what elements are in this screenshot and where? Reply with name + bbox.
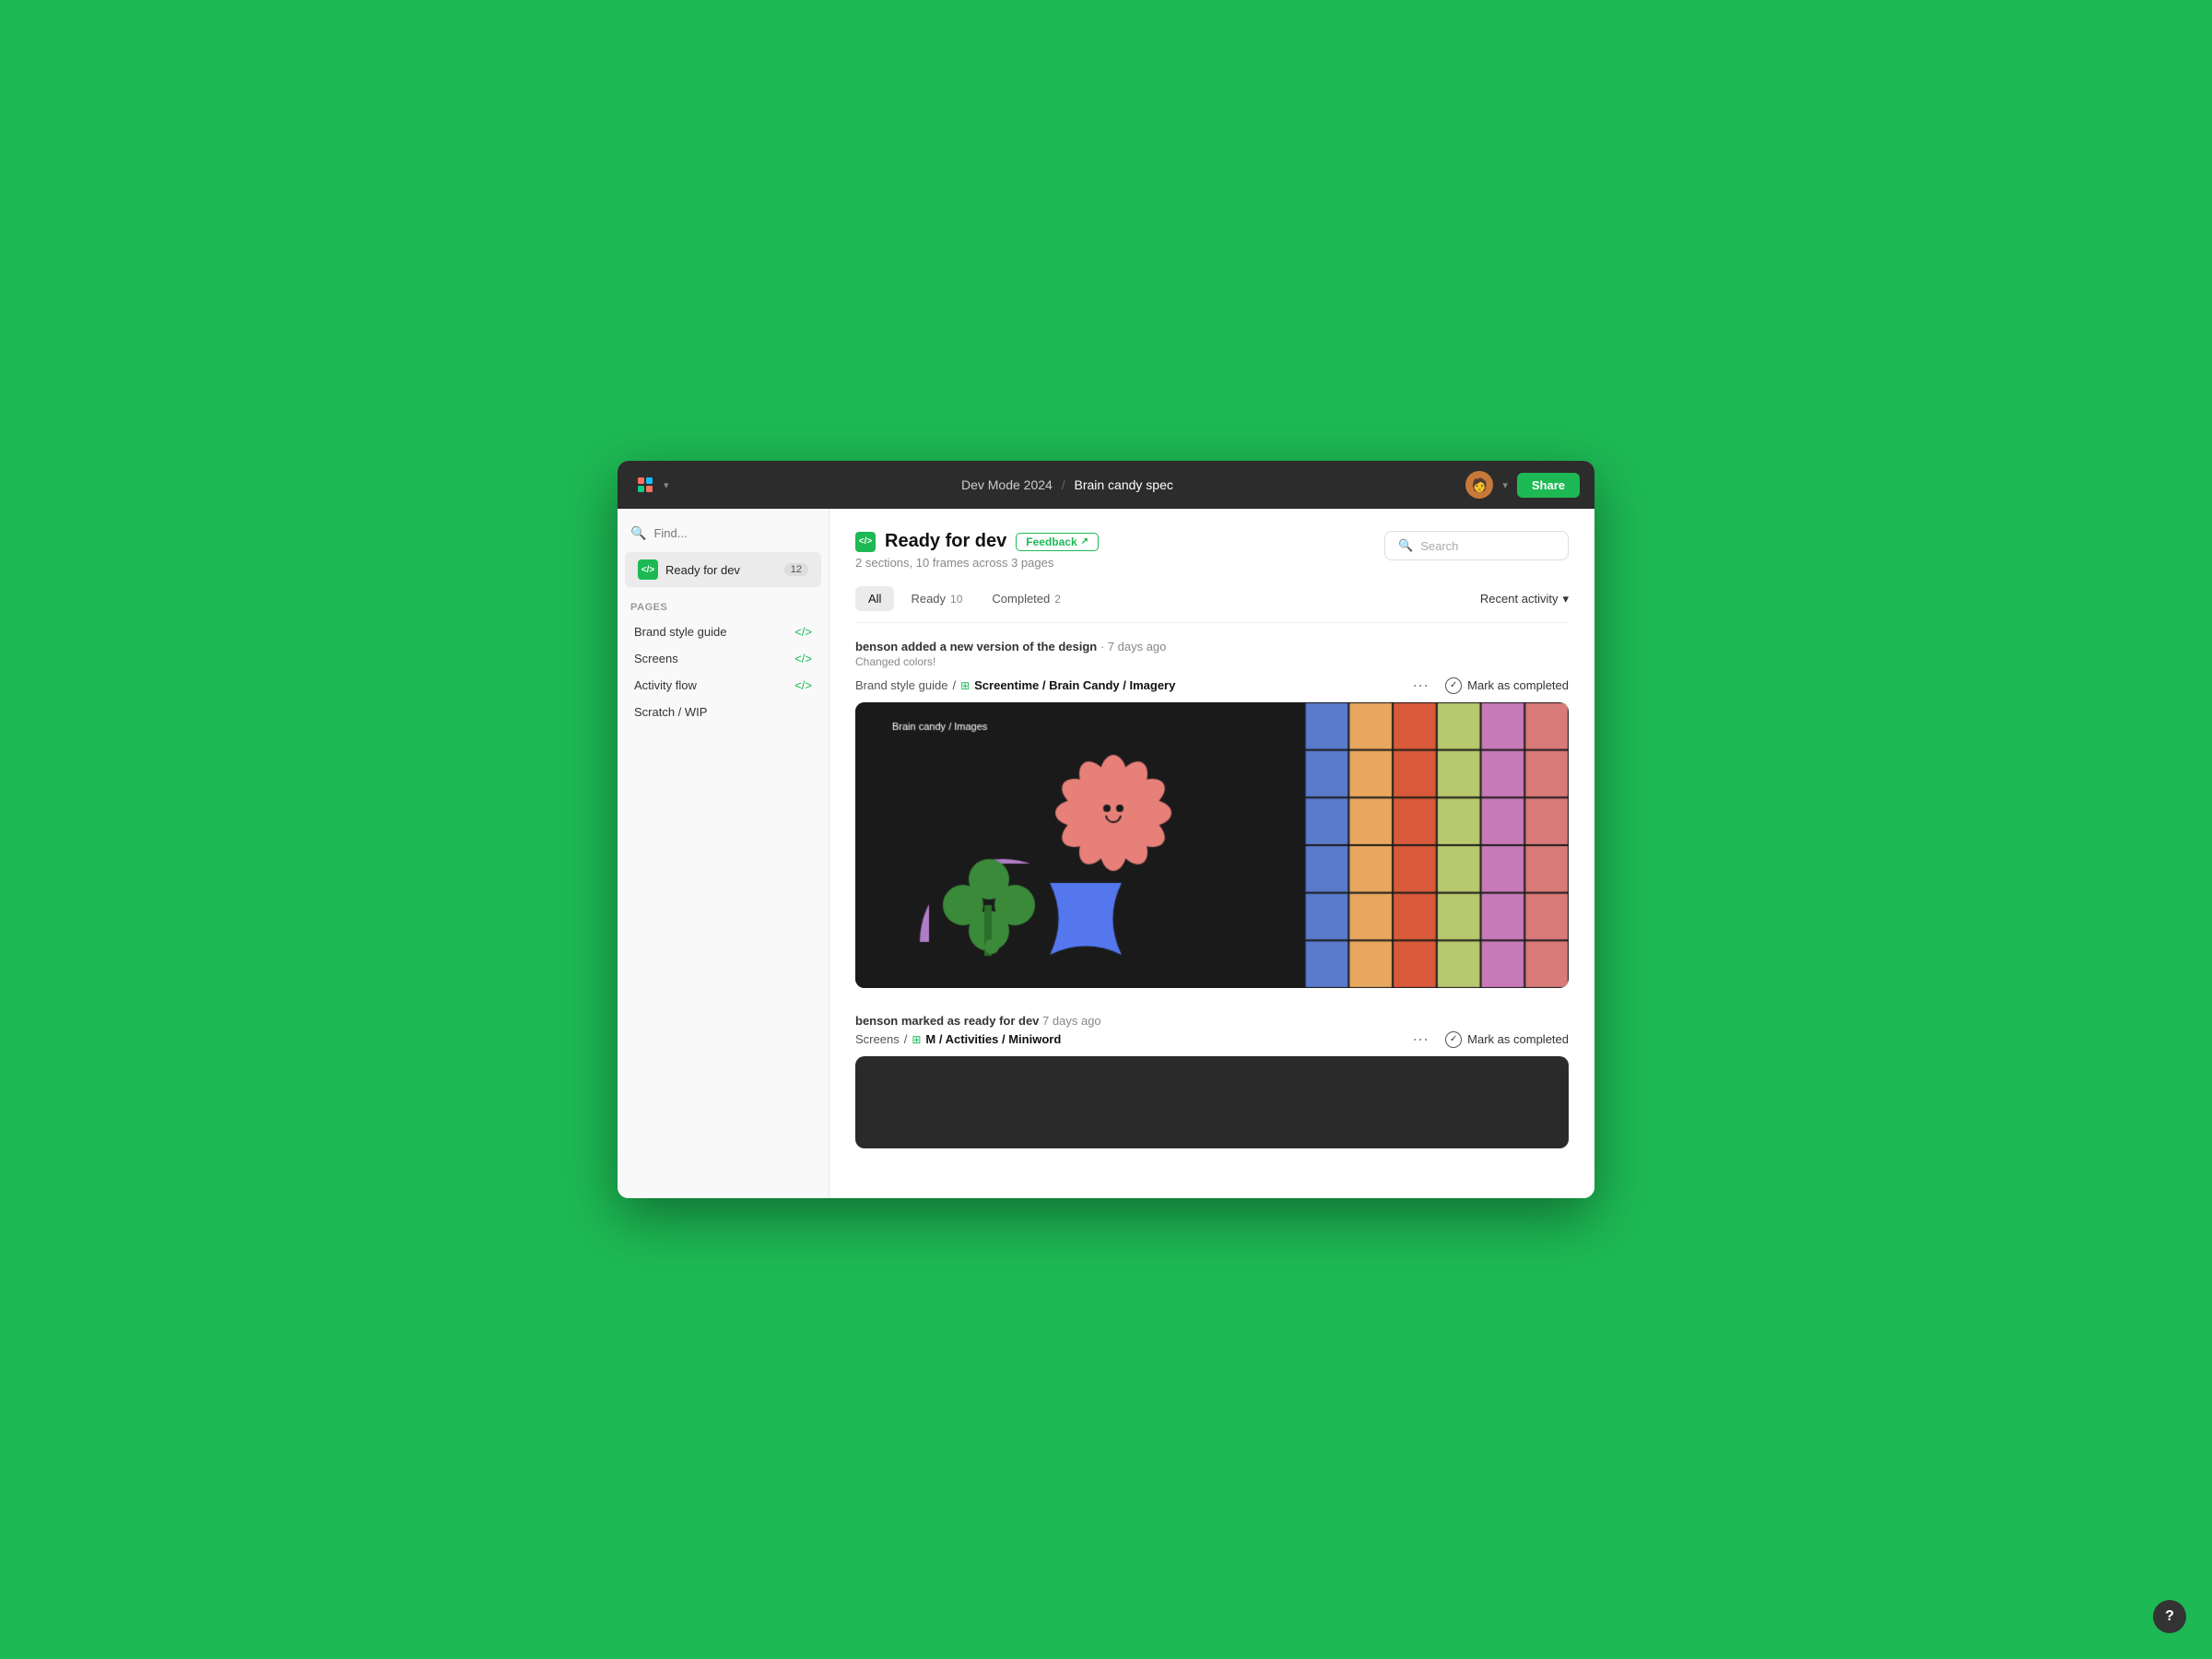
avatar[interactable]: 🧑 <box>1465 471 1493 499</box>
header-title-row: </> Ready for dev Feedback ↗ <box>855 531 1099 552</box>
activity-item-2: benson marked as ready for dev 7 days ag… <box>855 1014 1569 1148</box>
sidebar-search-input[interactable] <box>653 526 816 540</box>
chevron-down-icon: ▾ <box>1562 592 1569 606</box>
share-button[interactable]: Share <box>1517 473 1580 498</box>
page-code-icon-brand: </> <box>794 625 812 639</box>
activity-path-2: Screens / ⊞ M / Activities / Miniword <box>855 1032 1061 1046</box>
tab-completed[interactable]: Completed 2 <box>979 586 1074 611</box>
content-header: </> Ready for dev Feedback ↗ 2 sections,… <box>855 531 1569 570</box>
more-options-button-2[interactable]: ··· <box>1406 1030 1434 1049</box>
header-search-icon: 🔍 <box>1398 538 1413 553</box>
preview-image-2[interactable] <box>855 1056 1569 1148</box>
sidebar-item-scratch-wip[interactable]: Scratch / WIP <box>630 699 816 725</box>
sidebar-item-activity-flow[interactable]: Activity flow </> <box>630 672 816 699</box>
check-circle-icon-1: ✓ <box>1445 677 1462 694</box>
sidebar: 🔍 </> Ready for dev 12 Pages Brand style… <box>618 509 830 1198</box>
tab-all[interactable]: All <box>855 586 894 611</box>
header-search-placeholder: Search <box>1420 539 1458 553</box>
content-area: </> Ready for dev Feedback ↗ 2 sections,… <box>830 509 1594 1198</box>
pages-label: Pages <box>630 602 816 613</box>
header-left: </> Ready for dev Feedback ↗ 2 sections,… <box>855 531 1099 570</box>
sidebar-item-brand-style-guide[interactable]: Brand style guide </> <box>630 618 816 645</box>
title-bar: ▾ Dev Mode 2024 / Brain candy spec 🧑 ▾ S… <box>618 461 1594 509</box>
title-bar-center: Dev Mode 2024 / Brain candy spec <box>669 477 1466 492</box>
sidebar-search-bar[interactable]: 🔍 <box>618 520 829 552</box>
page-title: Ready for dev <box>885 531 1006 552</box>
activity-path-row-1: Brand style guide / ⊞ Screentime / Brain… <box>855 676 1569 695</box>
action-row-1: ··· ✓ Mark as completed <box>1406 676 1569 695</box>
avatar-chevron-icon[interactable]: ▾ <box>1502 479 1508 491</box>
header-subtitle: 2 sections, 10 frames across 3 pages <box>855 556 1099 570</box>
sidebar-item-ready-for-dev[interactable]: </> Ready for dev 12 <box>625 552 821 587</box>
activity-item-1: benson added a new version of the design… <box>855 640 1569 988</box>
frame-icon-2: ⊞ <box>912 1033 921 1046</box>
action-row-2: ··· ✓ Mark as completed <box>1406 1030 1569 1049</box>
preview-canvas-1 <box>855 702 1569 988</box>
header-search-box[interactable]: 🔍 Search <box>1384 531 1569 560</box>
mark-complete-button-2[interactable]: ✓ Mark as completed <box>1445 1031 1569 1048</box>
main-layout: 🔍 </> Ready for dev 12 Pages Brand style… <box>618 509 1594 1198</box>
feedback-badge[interactable]: Feedback ↗ <box>1016 533 1099 551</box>
activity-detail-1: Changed colors! <box>855 655 1569 668</box>
sidebar-item-screens[interactable]: Screens </> <box>630 645 816 672</box>
activity-path-1: Brand style guide / ⊞ Screentime / Brain… <box>855 678 1175 692</box>
tabs-left: All Ready 10 Completed 2 <box>855 586 1074 611</box>
page-code-icon-screens: </> <box>794 652 812 665</box>
more-options-button-1[interactable]: ··· <box>1406 676 1434 695</box>
activity-path-row-2: Screens / ⊞ M / Activities / Miniword ··… <box>855 1030 1569 1049</box>
title-bar-right: 🧑 ▾ Share <box>1465 471 1580 499</box>
figma-logo-icon <box>632 472 658 498</box>
help-button[interactable]: ? <box>2153 1600 2186 1633</box>
ready-for-dev-label: Ready for dev <box>665 563 777 577</box>
frame-icon-1: ⊞ <box>960 679 970 692</box>
page-code-icon-activity: </> <box>794 678 812 692</box>
preview-image-1[interactable] <box>855 702 1569 988</box>
recent-activity-button[interactable]: Recent activity ▾ <box>1480 592 1569 606</box>
activity-meta-1: benson added a new version of the design… <box>855 640 1569 653</box>
app-window: ▾ Dev Mode 2024 / Brain candy spec 🧑 ▾ S… <box>618 461 1594 1198</box>
external-link-icon: ↗ <box>1081 536 1088 547</box>
logo-area[interactable]: ▾ <box>632 472 669 498</box>
pages-section: Pages Brand style guide </> Screens </> … <box>618 591 829 731</box>
sidebar-search-icon: 🔍 <box>630 525 646 541</box>
tabs-row: All Ready 10 Completed 2 Recent activity… <box>855 586 1569 623</box>
header-dev-icon: </> <box>855 532 876 552</box>
ready-for-dev-badge: 12 <box>784 563 808 576</box>
dev-mode-icon: </> <box>638 559 658 580</box>
activity-meta-2: benson marked as ready for dev 7 days ag… <box>855 1014 1569 1028</box>
check-circle-icon-2: ✓ <box>1445 1031 1462 1048</box>
tab-ready[interactable]: Ready 10 <box>898 586 975 611</box>
mark-complete-button-1[interactable]: ✓ Mark as completed <box>1445 677 1569 694</box>
